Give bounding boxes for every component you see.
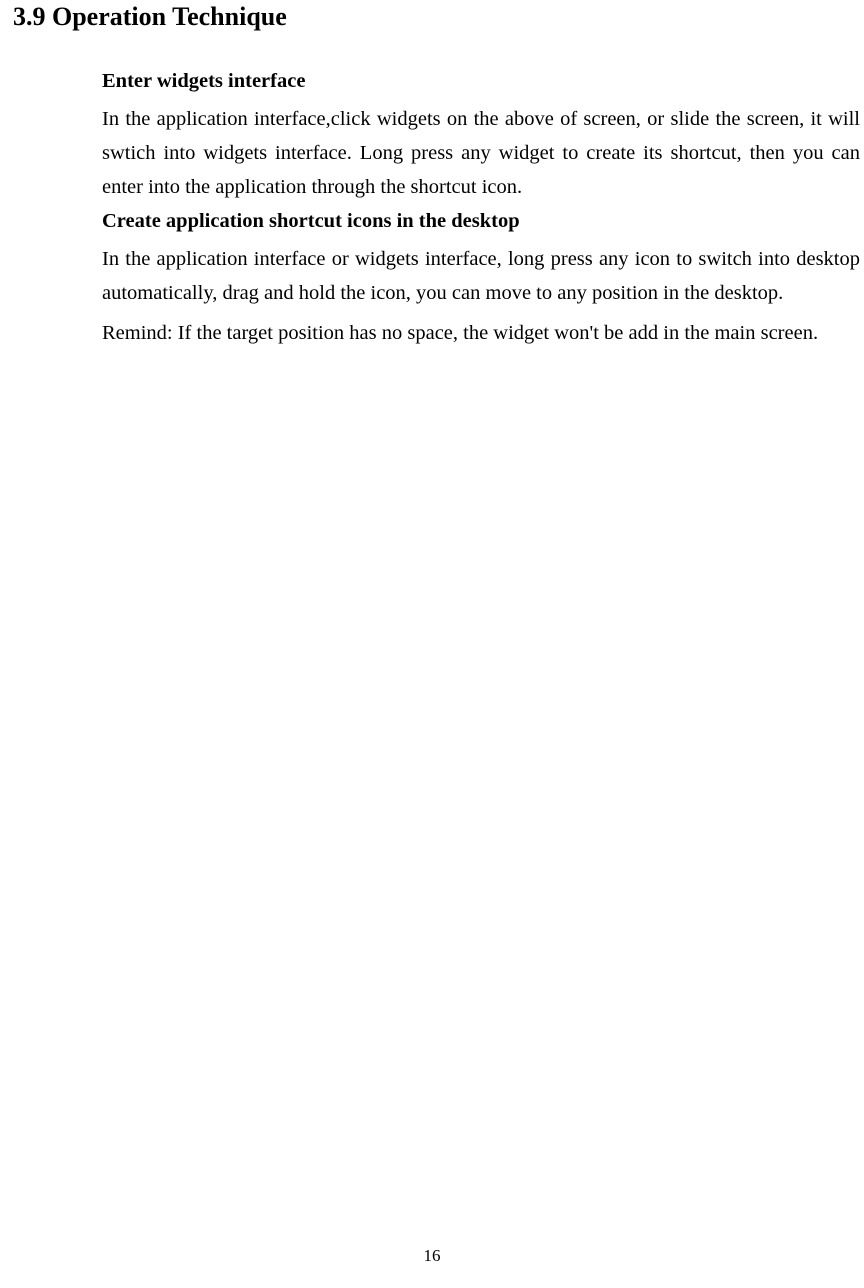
body-text-1: In the application interface,click widge… bbox=[102, 103, 860, 204]
subheading-2: Create application shortcut icons in the… bbox=[102, 210, 860, 233]
subheading-1: Enter widgets interface bbox=[102, 70, 860, 93]
content-block: Enter widgets interface In the applicati… bbox=[102, 70, 860, 351]
body-text-3: Remind: If the target position has no sp… bbox=[102, 317, 860, 351]
body-text-2: In the application interface or widgets … bbox=[102, 243, 860, 311]
section-heading: 3.9 Operation Technique bbox=[13, 0, 864, 32]
page-number: 16 bbox=[0, 1246, 864, 1266]
